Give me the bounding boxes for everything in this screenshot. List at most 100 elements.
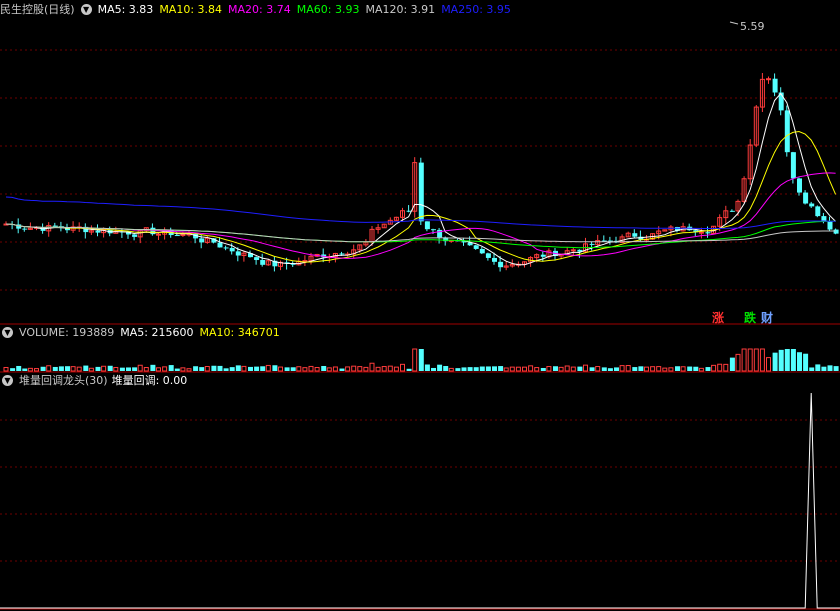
candle[interactable] bbox=[22, 226, 28, 232]
candle[interactable] bbox=[553, 247, 558, 261]
candle[interactable] bbox=[302, 255, 308, 267]
candle[interactable] bbox=[815, 205, 821, 218]
candle[interactable] bbox=[570, 247, 576, 256]
volume-bar bbox=[619, 365, 625, 372]
candle[interactable] bbox=[589, 241, 595, 251]
candle[interactable] bbox=[528, 256, 534, 267]
volume-bar bbox=[553, 366, 558, 371]
candle[interactable] bbox=[766, 76, 771, 84]
candle[interactable] bbox=[693, 230, 699, 236]
candle-body bbox=[772, 78, 778, 93]
candle[interactable] bbox=[698, 227, 704, 239]
candle[interactable] bbox=[503, 261, 509, 271]
candle[interactable] bbox=[827, 216, 833, 231]
candle[interactable] bbox=[772, 73, 778, 97]
candle[interactable] bbox=[272, 256, 278, 272]
candle[interactable] bbox=[363, 239, 369, 247]
candle-body bbox=[235, 251, 241, 256]
volume-bar bbox=[650, 366, 656, 372]
volume-bar bbox=[790, 349, 796, 371]
candle[interactable] bbox=[260, 253, 266, 267]
collapse-icon[interactable]: ▼ bbox=[2, 326, 13, 338]
volume-bar bbox=[625, 365, 631, 372]
volume-bar bbox=[132, 367, 138, 371]
moving-average-lines bbox=[5, 21, 837, 266]
candle[interactable] bbox=[162, 227, 168, 240]
candle[interactable] bbox=[753, 105, 759, 148]
volume-bar bbox=[284, 367, 290, 371]
candle[interactable] bbox=[381, 223, 387, 229]
volume-bar bbox=[528, 365, 534, 372]
collapse-icon[interactable]: ▼ bbox=[80, 3, 92, 15]
volume-bar bbox=[668, 367, 674, 372]
event-tag[interactable]: 涨 bbox=[712, 309, 724, 326]
candle[interactable] bbox=[412, 157, 418, 218]
candle[interactable] bbox=[83, 223, 89, 239]
chart-canvas[interactable] bbox=[0, 0, 840, 611]
candle[interactable] bbox=[809, 201, 815, 208]
volume-bars[interactable] bbox=[3, 348, 839, 372]
volume-bar bbox=[223, 368, 229, 371]
collapse-icon[interactable]: ▼ bbox=[2, 374, 13, 386]
candle[interactable] bbox=[27, 222, 33, 230]
candle[interactable] bbox=[345, 251, 351, 257]
ma-legend-item: MA20: 3.74 bbox=[228, 3, 291, 16]
candle[interactable] bbox=[784, 105, 790, 157]
volume-bar bbox=[448, 367, 454, 372]
candle[interactable] bbox=[797, 177, 802, 196]
candle-body bbox=[698, 231, 704, 234]
candle[interactable] bbox=[241, 250, 247, 262]
candle[interactable] bbox=[156, 232, 161, 241]
candle[interactable] bbox=[326, 253, 332, 263]
candle[interactable] bbox=[778, 87, 784, 116]
candle[interactable] bbox=[680, 222, 686, 232]
candle[interactable] bbox=[662, 229, 668, 232]
candle[interactable] bbox=[119, 228, 125, 238]
event-tag[interactable]: 财 bbox=[761, 309, 773, 326]
candle[interactable] bbox=[254, 256, 260, 265]
candle[interactable] bbox=[803, 190, 809, 205]
volume-bar bbox=[400, 363, 405, 372]
volume-bar bbox=[119, 367, 125, 371]
candle-body bbox=[254, 257, 260, 261]
candle[interactable] bbox=[278, 260, 283, 271]
candle[interactable] bbox=[290, 261, 296, 267]
volume-bar bbox=[339, 368, 345, 371]
candle[interactable] bbox=[729, 209, 735, 212]
candle[interactable] bbox=[393, 216, 399, 221]
candle[interactable] bbox=[437, 227, 443, 244]
volume-bar bbox=[729, 357, 735, 371]
candle[interactable] bbox=[485, 252, 491, 261]
candle[interactable] bbox=[601, 235, 607, 242]
ma-legend-item: MA250: 3.95 bbox=[441, 3, 511, 16]
candle[interactable] bbox=[759, 72, 765, 113]
candle[interactable] bbox=[424, 221, 430, 232]
candle[interactable] bbox=[607, 236, 613, 245]
volume-bar bbox=[302, 367, 308, 372]
candle[interactable] bbox=[223, 245, 229, 251]
event-tag[interactable]: 跌 bbox=[744, 309, 756, 326]
candle[interactable] bbox=[58, 221, 64, 232]
indicator-header: ▼ 堆量回调龙头(30) 堆量回调: 0.00 bbox=[0, 373, 193, 389]
candle[interactable] bbox=[461, 237, 467, 246]
candle[interactable] bbox=[741, 176, 747, 204]
volume-bar bbox=[473, 367, 479, 371]
candle[interactable] bbox=[132, 233, 138, 241]
candle[interactable] bbox=[540, 251, 546, 262]
candle[interactable] bbox=[723, 205, 729, 224]
candle[interactable] bbox=[625, 231, 631, 238]
candle[interactable] bbox=[473, 244, 479, 250]
candle[interactable] bbox=[418, 157, 424, 226]
candle[interactable] bbox=[632, 229, 638, 239]
candle[interactable] bbox=[46, 222, 52, 237]
volume-bar bbox=[693, 366, 699, 371]
candle[interactable] bbox=[387, 217, 393, 225]
candle[interactable] bbox=[687, 223, 693, 231]
volume-bar bbox=[248, 366, 253, 371]
candle-body bbox=[827, 221, 833, 230]
candle[interactable] bbox=[52, 222, 58, 227]
candle[interactable] bbox=[492, 252, 497, 265]
volume-bar bbox=[564, 365, 570, 372]
candle[interactable] bbox=[375, 223, 381, 234]
candle[interactable] bbox=[88, 225, 94, 235]
